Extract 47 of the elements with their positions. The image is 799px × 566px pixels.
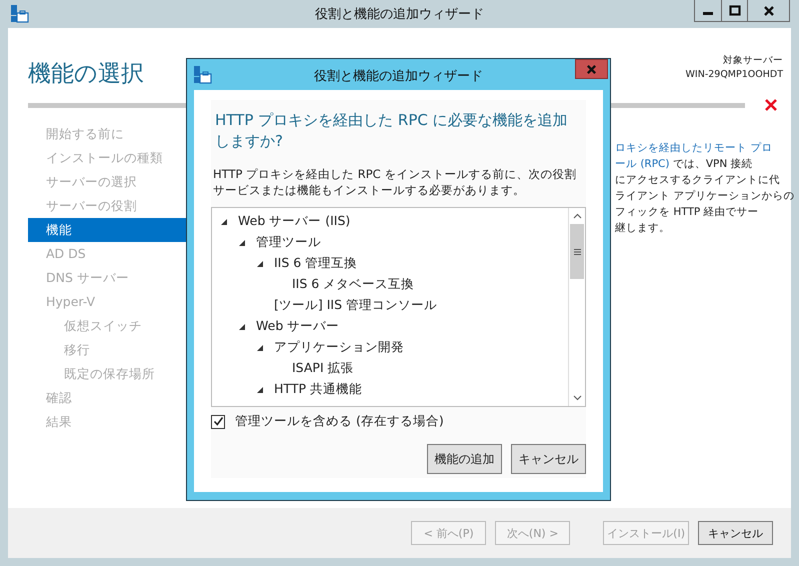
close-icon [762,4,774,16]
minimize-icon [703,12,713,15]
server-toolbox-icon [193,64,213,84]
tree-item[interactable]: アプリケーション開発 [274,339,404,356]
dialog-heading: HTTP プロキシを経由した RPC に必要な機能を追加しますか? [215,110,569,152]
description-text: フィックを HTTP 経由でサー [615,205,760,220]
wizard-button[interactable]: キャンセル [698,521,773,545]
error-x-icon [764,98,778,112]
description-text: 継します。 [615,221,671,236]
feature-link[interactable]: ロキシを経由したリモート プロ [615,142,772,154]
dialog-title: 役割と機能の追加ウィザード [314,68,483,85]
expanded-triangle-icon[interactable] [238,238,246,246]
close-icon [586,64,597,74]
expanded-triangle-icon[interactable] [256,386,264,394]
page-title: 機能の選択 [28,60,144,89]
expanded-triangle-icon[interactable] [256,260,264,268]
tree-item[interactable]: Web サーバー (IIS) [238,213,350,230]
feature-link[interactable]: ール (RPC) [615,158,670,170]
dialog-button[interactable]: 機能の追加 [427,444,502,474]
checkbox-label: 管理ツールを含める (存在する場合) [235,413,444,430]
tree-item[interactable]: ISAPI 拡張 [292,360,354,377]
tree-item[interactable]: Web サーバー [256,318,340,335]
dialog-close-button[interactable] [575,59,608,79]
scroll-up-icon[interactable] [572,213,582,219]
tree-item[interactable]: [ツール] IIS 管理コンソール [274,297,438,314]
target-server-label: 対象サーバー [723,54,783,67]
target-server-name: WIN-29QMP1OOHDT [686,69,783,80]
checkbox[interactable] [211,414,225,428]
grip-icon [574,248,580,254]
description-text: ール (RPC) では、VPN 接続 [615,157,754,172]
scroll-thumb[interactable] [570,224,584,279]
description-text: ライアント アプリケーションからの [615,189,791,204]
scroll-down-icon[interactable] [572,395,582,401]
tree-item[interactable]: IIS 6 メタベース互換 [292,276,414,293]
expanded-triangle-icon[interactable] [238,322,246,330]
tree-item[interactable]: IIS 6 管理互換 [274,255,358,272]
window-title: 役割と機能の追加ウィザード [315,6,484,23]
tree-item[interactable]: 管理ツール [256,234,321,251]
scrollbar[interactable] [568,208,585,406]
expanded-triangle-icon[interactable] [220,218,228,226]
maximize-icon [728,4,740,16]
dialog-button[interactable]: キャンセル [511,444,586,474]
description-text: にアクセスするクライアントに代 [615,173,781,188]
tree-item[interactable]: HTTP 共通機能 [274,381,362,398]
expanded-triangle-icon[interactable] [256,344,264,352]
dialog-message: HTTP プロキシを経由した RPC をインストールする前に、次の役割サービスまたは機能もインストールする必要があります。 [213,166,578,198]
server-toolbox-icon [10,4,30,24]
